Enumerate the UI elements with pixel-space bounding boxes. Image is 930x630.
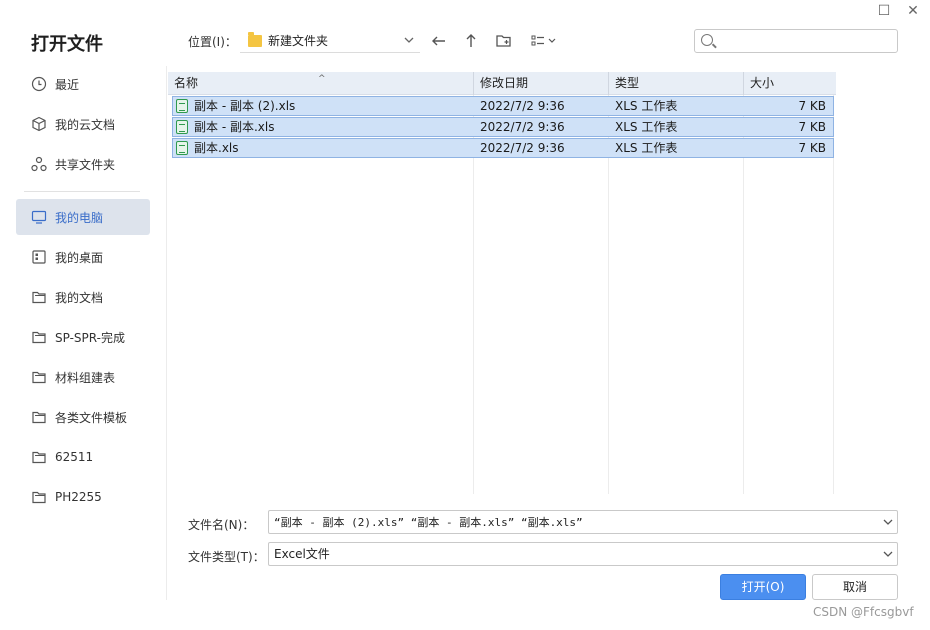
location-value: 新建文件夹 <box>268 34 329 48</box>
chevron-down-icon <box>404 33 414 50</box>
new-folder-icon[interactable] <box>494 31 514 51</box>
sidebar-item-ph2255[interactable]: PH2255 <box>16 479 150 515</box>
file-date: 2022/7/2 9:36 <box>480 141 565 155</box>
view-mode-icon[interactable] <box>530 31 560 51</box>
maximize-icon[interactable]: ☐ <box>874 2 894 20</box>
filetype-label: 文件类型(T)： <box>188 550 265 564</box>
sidebar-item-label: 我的桌面 <box>55 250 104 265</box>
filename-label: 文件名(N)： <box>188 518 255 532</box>
sidebar-item-my-desktop[interactable]: 我的桌面 <box>16 239 150 275</box>
sidebar-item-label: 最近 <box>55 77 80 92</box>
file-size: 7 KB <box>798 141 826 155</box>
sidebar-item-sp-spr[interactable]: SP-SPR-完成 <box>16 319 150 355</box>
sidebar-item-label: 各类文件模板 <box>55 410 128 425</box>
search-icon <box>701 34 713 46</box>
sidebar-item-templates[interactable]: 各类文件模板 <box>16 399 150 435</box>
file-row[interactable]: 副本 - 副本 (2).xls 2022/7/2 9:36 XLS 工作表 7 … <box>172 96 834 116</box>
dialog-title: 打开文件 <box>31 34 103 55</box>
file-size: 7 KB <box>798 120 826 134</box>
column-header-type[interactable]: 类型 <box>609 72 743 95</box>
sidebar-item-label: SP-SPR-完成 <box>55 330 125 345</box>
share-icon <box>31 156 47 172</box>
desktop-grid-icon <box>31 249 47 265</box>
folder-icon <box>31 489 47 505</box>
search-input[interactable] <box>694 29 898 53</box>
file-name: 副本 - 副本 (2).xls <box>194 99 296 113</box>
xls-file-icon <box>176 120 188 134</box>
file-type: XLS 工作表 <box>615 99 678 113</box>
sidebar-item-my-computer[interactable]: 我的电脑 <box>16 199 150 235</box>
xls-file-icon <box>176 99 188 113</box>
location-dropdown[interactable]: 新建文件夹 <box>240 29 420 53</box>
sidebar-item-label: 材料组建表 <box>55 370 116 385</box>
file-date: 2022/7/2 9:36 <box>480 99 565 113</box>
folder-icon <box>31 289 47 305</box>
watermark: CSDN @Ffcsgbvf <box>813 605 914 619</box>
sidebar-item-label: 我的文档 <box>55 290 104 305</box>
location-label: 位置(I)： <box>188 35 237 49</box>
sidebar-item-label: 共享文件夹 <box>55 157 116 172</box>
up-arrow-icon[interactable] <box>461 31 481 51</box>
clock-icon <box>31 76 47 92</box>
filetype-value: Excel文件 <box>274 547 330 561</box>
sidebar-item-62511[interactable]: 62511 <box>16 439 150 475</box>
file-date: 2022/7/2 9:36 <box>480 120 565 134</box>
open-button[interactable]: 打开(O) <box>720 574 806 600</box>
filename-value: “副本 - 副本 (2).xls” “副本 - 副本.xls” “副本.xls” <box>274 516 583 529</box>
file-row[interactable]: 副本 - 副本.xls 2022/7/2 9:36 XLS 工作表 7 KB <box>172 117 834 137</box>
chevron-down-icon[interactable] <box>883 511 893 541</box>
close-icon[interactable]: ✕ <box>903 2 923 20</box>
xls-file-icon <box>176 141 188 155</box>
sidebar-divider <box>24 191 140 192</box>
sidebar-item-recent[interactable]: 最近 <box>16 66 150 102</box>
filename-input[interactable]: “副本 - 副本 (2).xls” “副本 - 副本.xls” “副本.xls” <box>268 510 898 534</box>
folder-icon <box>248 31 262 47</box>
sidebar-item-label: PH2255 <box>55 490 102 504</box>
folder-icon <box>31 329 47 345</box>
chevron-down-icon <box>883 543 893 573</box>
sidebar-item-materials[interactable]: 材料组建表 <box>16 359 150 395</box>
file-row[interactable]: 副本.xls 2022/7/2 9:36 XLS 工作表 7 KB <box>172 138 834 158</box>
sidebar-separator <box>166 66 167 600</box>
filetype-select[interactable]: Excel文件 <box>268 542 898 566</box>
file-name: 副本.xls <box>194 141 239 155</box>
file-list: 名称 ^ 修改日期 类型 大小 副本 - 副本 (2).xls 2022/7/2… <box>168 72 836 494</box>
folder-icon <box>31 369 47 385</box>
cancel-button[interactable]: 取消 <box>812 574 898 600</box>
sidebar-item-my-documents[interactable]: 我的文档 <box>16 279 150 315</box>
file-size: 7 KB <box>798 99 826 113</box>
file-list-header: 名称 ^ 修改日期 类型 大小 <box>168 72 836 95</box>
file-name: 副本 - 副本.xls <box>194 120 275 134</box>
sidebar-item-label: 62511 <box>55 450 94 464</box>
column-header-size[interactable]: 大小 <box>744 72 834 95</box>
column-header-date[interactable]: 修改日期 <box>474 72 608 95</box>
back-arrow-icon[interactable] <box>429 31 449 51</box>
column-header-label: 名称 <box>174 76 199 90</box>
sidebar-item-label: 我的云文档 <box>55 117 116 132</box>
folder-icon <box>31 449 47 465</box>
sidebar-item-cloud-docs[interactable]: 我的云文档 <box>16 106 150 142</box>
sidebar-item-label: 我的电脑 <box>55 210 104 225</box>
column-header-name[interactable]: 名称 ^ <box>168 72 474 95</box>
folder-icon <box>31 409 47 425</box>
sort-asc-icon: ^ <box>318 74 326 84</box>
sidebar-item-shared-folder[interactable]: 共享文件夹 <box>16 146 150 182</box>
file-type: XLS 工作表 <box>615 120 678 134</box>
file-type: XLS 工作表 <box>615 141 678 155</box>
monitor-icon <box>31 209 47 225</box>
cloud-cube-icon <box>31 116 47 132</box>
